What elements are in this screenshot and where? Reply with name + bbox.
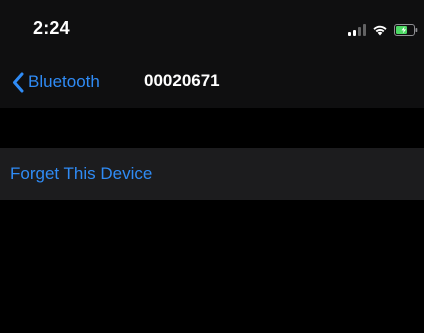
back-button[interactable]: Bluetooth <box>12 70 100 94</box>
status-time: 2:24 <box>33 18 70 38</box>
empty-content-area <box>0 200 424 333</box>
navigation-bar: Bluetooth 00020671 <box>0 56 424 108</box>
status-icons <box>348 22 418 38</box>
screen: 2:24 Bluetooth 00020671 Forget This Devi… <box>0 0 424 333</box>
back-label: Bluetooth <box>28 72 100 91</box>
status-bar: 2:24 <box>0 0 424 56</box>
page-title: 00020671 <box>144 71 220 90</box>
battery-charging-icon <box>394 24 418 36</box>
section-spacer <box>0 108 424 148</box>
chevron-left-icon <box>12 72 24 93</box>
forget-device-button[interactable]: Forget This Device <box>0 148 424 200</box>
forget-device-label: Forget This Device <box>10 164 153 183</box>
wifi-icon <box>372 24 388 36</box>
signal-icon <box>348 24 366 36</box>
